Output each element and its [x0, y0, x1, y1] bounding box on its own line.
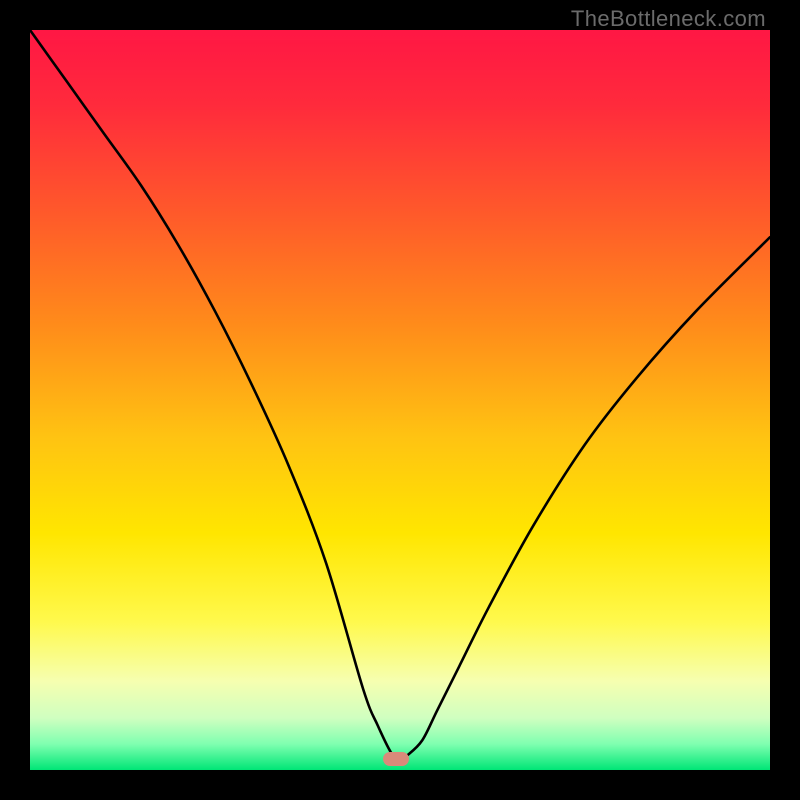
- watermark-text: TheBottleneck.com: [571, 6, 766, 32]
- curve-layer: [30, 30, 770, 770]
- bottleneck-curve: [30, 30, 770, 759]
- chart-frame: TheBottleneck.com: [0, 0, 800, 800]
- plot-area: [30, 30, 770, 770]
- marker-min: [383, 752, 409, 766]
